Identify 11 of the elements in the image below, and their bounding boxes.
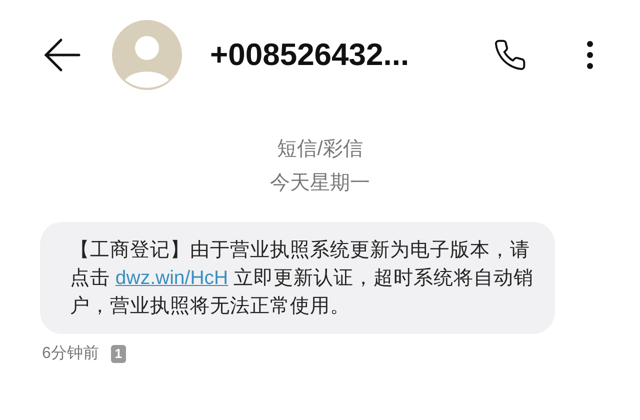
avatar-icon: [112, 20, 182, 90]
phone-icon: [493, 38, 527, 72]
date-label: 今天星期一: [270, 171, 370, 196]
back-arrow-icon: [43, 37, 81, 73]
message-type-label: 短信/彩信: [277, 137, 363, 162]
message-time: 6分钟前: [42, 344, 99, 364]
message-text: 【工商登记】由于营业执照系统更新为电子版本，请点击 dwz.win/HcH 立即更新认证，超时系统将自动销户，营业执照将无法正常使用。: [70, 238, 535, 319]
sim-badge: 1: [110, 345, 126, 363]
contact-number: +008526432...: [210, 36, 410, 74]
more-icon: [586, 40, 594, 70]
link[interactable]: dwz.win/HcH: [115, 267, 228, 289]
